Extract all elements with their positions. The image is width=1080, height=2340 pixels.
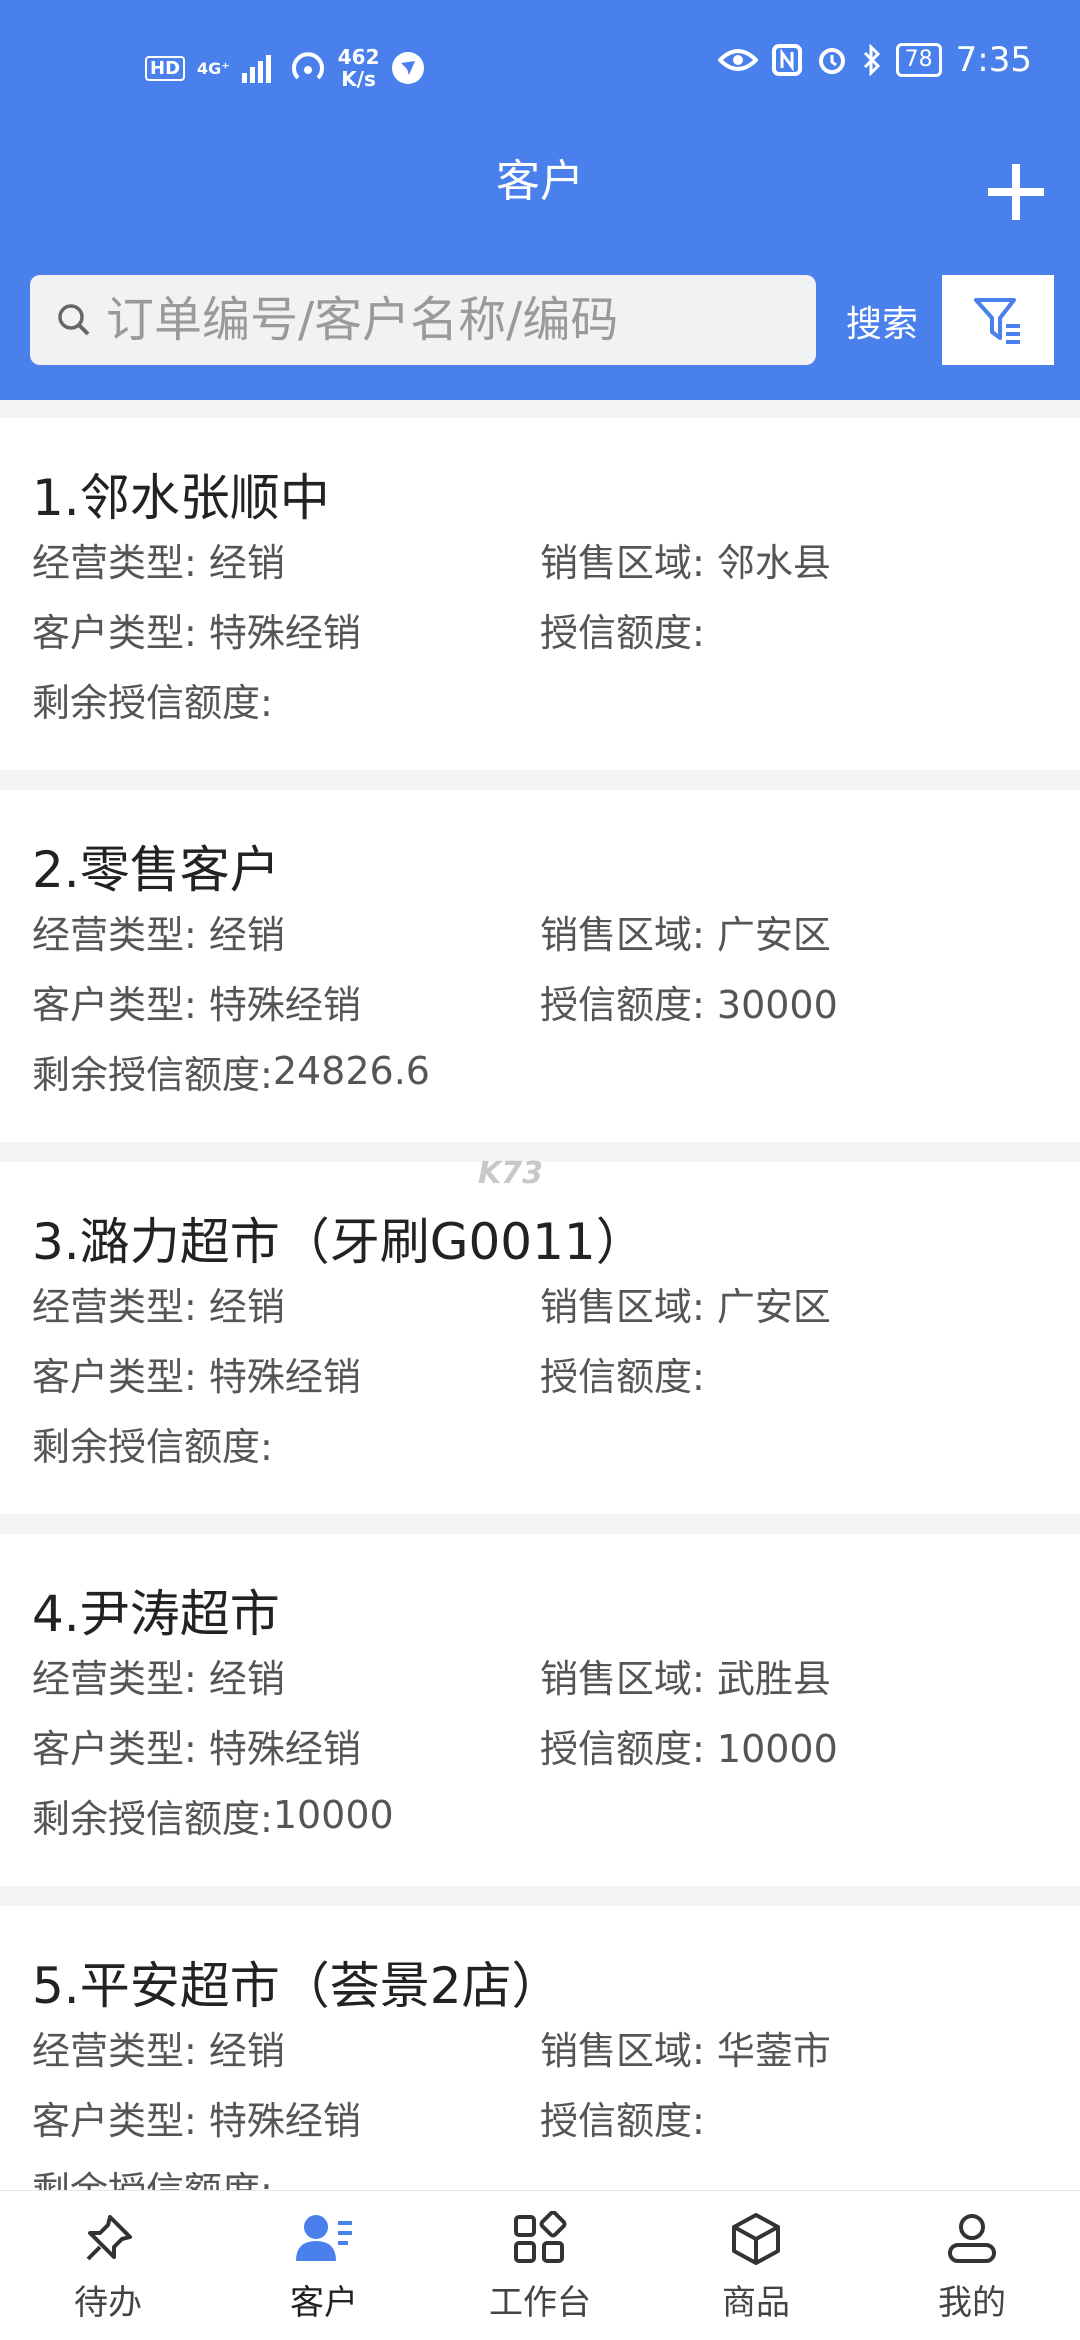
box-icon [732,2213,780,2265]
search-input[interactable] [106,292,766,348]
status-bar: HD 4G⁺ 462 K/s 78 7:35 [0,40,1080,100]
tab-products[interactable]: 商品 [648,2191,864,2340]
region-label: 销售区域: [540,912,705,957]
pin-icon [86,2215,132,2261]
tab-label: 工作台 [489,2283,591,2323]
battery-indicator: 78 [895,43,942,77]
customer-card[interactable]: 2.零售客户 经营类型: 经销 销售区域: 广安区 客户类型: 特殊经销 授信额度:… [0,790,1080,1142]
signal-icon [241,55,271,83]
customer-card[interactable]: 4.尹涛超市 经营类型: 经销 销售区域: 武胜县 客户类型: 特殊经销 授信额度:… [0,1534,1080,1886]
status-right: 78 7:35 [717,40,1032,80]
customer-type-value: 特殊经销 [208,1726,361,1771]
search-box[interactable] [30,275,816,365]
credit-label: 授信额度: [540,982,705,1027]
workbench-icon [514,2211,567,2263]
business-type-label: 经营类型: [32,540,197,585]
credit-value: 30000 [716,982,838,1027]
region-label: 销售区域: [540,540,705,585]
customer-type-value: 特殊经销 [208,2098,361,2143]
add-customer-button[interactable] [984,160,1048,224]
customer-card[interactable]: 1.邻水张顺中 经营类型: 经销 销售区域: 邻水县 客户类型: 特殊经销 授信额度… [0,418,1080,770]
customer-icon [296,2215,352,2261]
region-value: 邻水县 [716,540,831,585]
customer-name: 2.零售客户 [32,841,280,899]
status-left: HD 4G⁺ 462 K/s [145,46,425,90]
eye-icon [717,49,758,71]
region-value: 华蓥市 [716,2028,831,2073]
hd-badge: HD [145,55,186,81]
customer-type-label: 客户类型: [32,610,197,655]
customer-name: 5.平安超市（荟景2店） [32,1957,562,2015]
tab-label: 客户 [290,2283,358,2323]
business-type-value: 经销 [208,1656,285,1701]
credit-value: 10000 [716,1726,838,1771]
bottom-tab-bar: 待办 客户 工作台 商品 我的 [0,2190,1080,2340]
tab-workbench[interactable]: 工作台 [432,2191,648,2340]
region-label: 销售区域: [540,1284,705,1329]
customer-type-label: 客户类型: [32,982,197,1027]
remaining-credit-value: 24826.6 [272,1049,430,1093]
page-title: 客户 [496,156,584,207]
customer-type-value: 特殊经销 [208,1354,361,1399]
remaining-credit-label: 剩余授信额度: [32,1052,273,1097]
tab-customer[interactable]: 客户 [216,2191,432,2340]
filter-button[interactable] [942,275,1054,365]
region-label: 销售区域: [540,2028,705,2073]
region-value: 武胜县 [716,1656,831,1701]
customer-card[interactable]: 3.潞力超市（牙刷G0011） 经营类型: 经销 销售区域: 广安区 客户类型: … [0,1162,1080,1514]
filter-icon [974,298,1020,344]
tab-label: 商品 [722,2283,790,2323]
remaining-credit-label: 剩余授信额度: [32,680,273,725]
tab-label: 待办 [74,2283,142,2323]
customer-type-label: 客户类型: [32,2098,197,2143]
remaining-credit-label: 剩余授信额度: [32,1424,273,1469]
customer-name: 3.潞力超市（牙刷G0011） [32,1213,646,1271]
search-icon [58,304,90,336]
business-type-value: 经销 [208,540,285,585]
remaining-credit-label: 剩余授信额度: [32,1796,273,1841]
credit-label: 授信额度: [540,2098,705,2143]
search-button[interactable]: 搜索 [846,295,918,347]
region-label: 销售区域: [540,1656,705,1701]
nfc-icon [771,44,802,76]
customer-type-value: 特殊经销 [208,982,361,1027]
app-header: HD 4G⁺ 462 K/s 78 7:35 客户 搜索 [0,0,1080,400]
watermark-logo: K73 [478,1156,543,1191]
region-value: 广安区 [716,1284,831,1329]
credit-label: 授信额度: [540,1726,705,1771]
net-speed-value: 462 [337,45,380,69]
region-value: 广安区 [716,912,831,957]
alarm-icon [818,48,845,74]
network-type-badge: 4G⁺ [197,58,230,78]
customer-type-value: 特殊经销 [208,610,361,655]
remaining-credit-value: 10000 [272,1793,394,1837]
net-speed: 462 K/s [338,46,380,90]
app-notification-icon [392,52,425,84]
business-type-value: 经销 [208,912,285,957]
bluetooth-icon [863,44,880,76]
customer-name: 4.尹涛超市 [32,1585,280,1643]
credit-label: 授信额度: [540,1354,705,1399]
credit-label: 授信额度: [540,610,705,655]
customer-type-label: 客户类型: [32,1354,197,1399]
tab-todo[interactable]: 待办 [0,2191,216,2340]
tab-label: 我的 [938,2283,1006,2323]
business-type-value: 经销 [208,2028,285,2073]
business-type-label: 经营类型: [32,1656,197,1701]
net-speed-unit: K/s [341,67,376,91]
business-type-label: 经营类型: [32,912,197,957]
tab-mine[interactable]: 我的 [864,2191,1080,2340]
hotspot-icon [291,52,324,80]
person-icon [948,2214,996,2263]
status-time: 7:35 [955,40,1032,80]
customer-name: 1.邻水张顺中 [32,469,330,527]
customer-type-label: 客户类型: [32,1726,197,1771]
business-type-label: 经营类型: [32,1284,197,1329]
business-type-value: 经销 [208,1284,285,1329]
customer-list: 1.邻水张顺中 经营类型: 经销 销售区域: 邻水县 客户类型: 特殊经销 授信额度… [0,418,1080,2278]
business-type-label: 经营类型: [32,2028,197,2073]
